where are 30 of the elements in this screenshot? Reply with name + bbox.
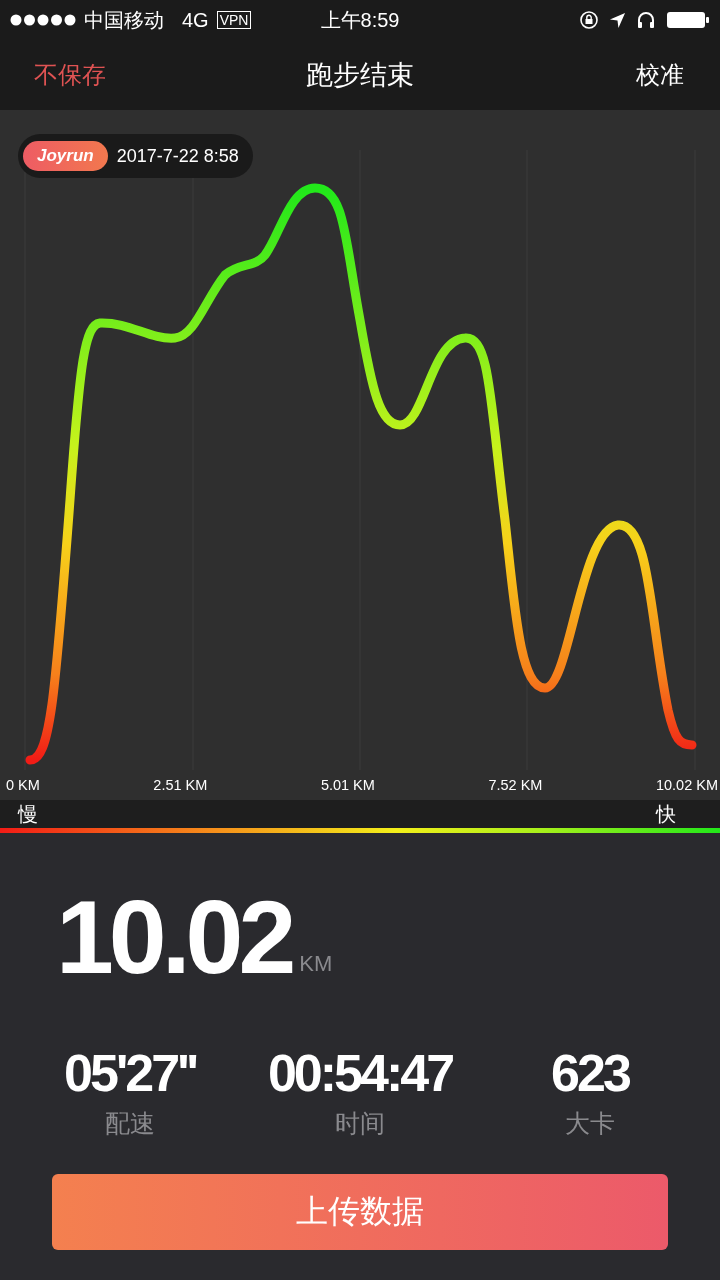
network-type: 4G [182, 8, 209, 32]
slow-label: 慢 [18, 801, 38, 827]
signal-icon [10, 14, 76, 26]
stat-value: 00:54:47 [267, 1047, 453, 1099]
stat-value: 05'27'' [64, 1047, 196, 1099]
location-arrow-icon [609, 11, 626, 29]
calibrate-button[interactable]: 校准 [636, 59, 684, 91]
headphones-icon [636, 10, 656, 30]
stat-label: 时间 [335, 1108, 385, 1139]
fast-label: 快 [656, 801, 676, 827]
stat-label: 大卡 [565, 1108, 615, 1139]
axis-label: 5.01 KM [320, 777, 375, 793]
stat-label: 配速 [105, 1108, 155, 1139]
axis-label: 0 KM [6, 777, 40, 793]
vpn-badge: VPN [216, 11, 252, 29]
axis-label: 2.51 KM [153, 777, 208, 793]
upload-button[interactable]: 上传数据 [52, 1174, 668, 1250]
axis-label: 7.52 KM [488, 777, 543, 793]
stat-value: 623 [551, 1047, 629, 1099]
distance-value: 10.02 [56, 885, 292, 989]
run-date: 2017-7-22 8:58 [116, 145, 239, 167]
rotation-lock-icon [579, 10, 599, 30]
status-time: 上午8:59 [320, 7, 400, 33]
distance-unit: KM [299, 951, 333, 977]
discard-button[interactable]: 不保存 [34, 59, 106, 91]
battery-icon [666, 10, 710, 30]
axis-label: 10.02 KM [655, 777, 718, 793]
brand-logo: Joyrun [23, 141, 108, 171]
page-title: 跑步结束 [306, 59, 414, 92]
carrier-name: 中国移动 [84, 7, 164, 33]
